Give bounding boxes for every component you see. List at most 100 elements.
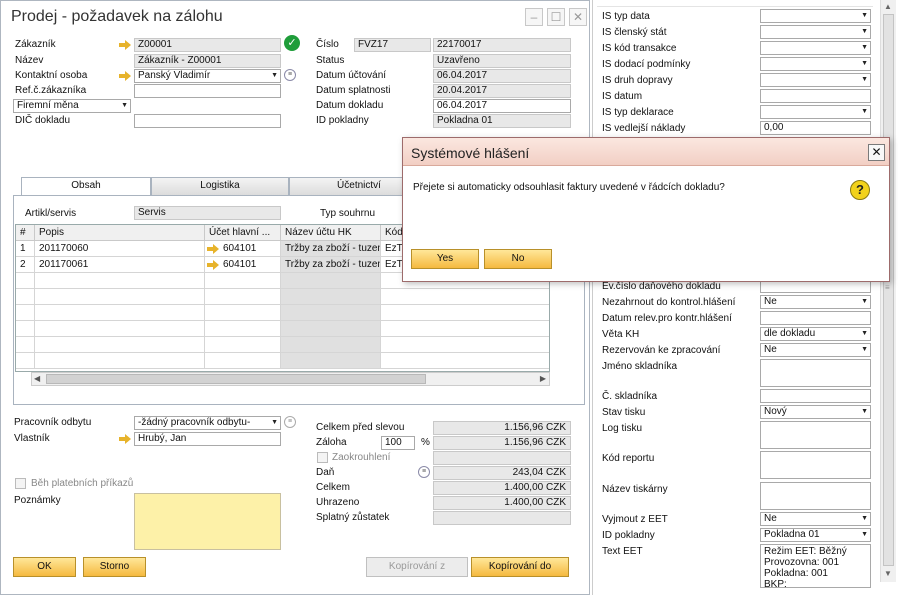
column-header[interactable]: # xyxy=(16,225,35,241)
payrun-checkbox[interactable] xyxy=(15,478,26,489)
link-arrow-icon[interactable] xyxy=(119,40,131,50)
kh-sentence-select[interactable]: dle dokladu xyxy=(760,327,871,341)
scroll-left-icon[interactable]: ◀ xyxy=(34,374,40,383)
balance-field[interactable] xyxy=(433,511,571,525)
list-info-icon[interactable]: ≡ xyxy=(418,466,430,478)
warehouse-keeper-number-field[interactable] xyxy=(760,389,871,403)
status-field[interactable]: Uzavřeno xyxy=(433,54,571,68)
rounding-checkbox[interactable] xyxy=(317,452,328,463)
is-date-type-select[interactable] xyxy=(760,9,871,23)
ok-button[interactable]: OK xyxy=(13,557,76,577)
remarks-textarea[interactable] xyxy=(134,493,281,550)
number-field[interactable]: 22170017 xyxy=(433,38,571,52)
itemtype-field[interactable]: Servis xyxy=(134,206,281,220)
link-arrow-icon[interactable] xyxy=(119,434,131,444)
is-delivery-terms-select[interactable] xyxy=(760,57,871,71)
link-arrow-icon[interactable] xyxy=(119,71,131,81)
report-code-field[interactable] xyxy=(760,451,871,479)
print-status-select[interactable]: Nový xyxy=(760,405,871,419)
owner-field[interactable]: Hrubý, Jan xyxy=(134,432,281,446)
scroll-right-icon[interactable]: ▶ xyxy=(540,374,546,383)
gl-name-cell: Tržby za zboží - tuzem xyxy=(281,257,381,273)
is-transaction-code-select[interactable] xyxy=(760,41,871,55)
eet-line: Provozovna: 001 xyxy=(764,557,840,568)
empty-cell xyxy=(281,305,381,321)
dialog-close-button[interactable]: ✕ xyxy=(868,144,885,161)
deposit-amount-field[interactable]: 1.156,96 CZK xyxy=(433,436,571,450)
is-side-costs-field[interactable]: 0,00 xyxy=(760,121,871,135)
list-info-icon[interactable]: ≡ xyxy=(284,69,296,81)
tab-contents[interactable]: Obsah xyxy=(21,177,151,196)
before-discount-field[interactable]: 1.156,96 CZK xyxy=(433,421,571,435)
is-declaration-type-select[interactable] xyxy=(760,105,871,119)
total-field[interactable]: 1.400,00 CZK xyxy=(433,481,571,495)
name-field[interactable]: Zákazník - Z00001 xyxy=(134,54,281,68)
duedate-field[interactable]: 20.04.2017 xyxy=(433,84,571,98)
number-series-field[interactable]: FVZ17 xyxy=(354,38,431,52)
description-cell[interactable]: 201170061 xyxy=(35,257,205,273)
percent-sign: % xyxy=(421,437,430,448)
paid-field[interactable]: 1.400,00 CZK xyxy=(433,496,571,510)
list-info-icon[interactable]: ≡ xyxy=(284,416,296,428)
vertical-scrollbar[interactable]: ▲ ≡ ▼ xyxy=(880,0,896,582)
exclude-eet-select[interactable]: Ne xyxy=(760,512,871,526)
number-label: Číslo xyxy=(316,39,339,50)
yes-button[interactable]: Yes xyxy=(411,249,479,269)
is-transport-select[interactable] xyxy=(760,73,871,87)
docdate-field[interactable]: 06.04.2017 xyxy=(433,99,571,113)
contact-select[interactable]: Panský Vladimír xyxy=(134,69,281,83)
paid-label: Uhrazeno xyxy=(316,497,360,508)
eet-register-select[interactable]: Pokladna 01 xyxy=(760,528,871,542)
column-header[interactable]: Název účtu HK xyxy=(281,225,381,241)
empty-cell xyxy=(381,305,549,321)
column-header[interactable]: Popis xyxy=(35,225,205,241)
close-button[interactable]: ✕ xyxy=(569,8,587,26)
printer-name-field[interactable] xyxy=(760,482,871,510)
register-field[interactable]: Pokladna 01 xyxy=(433,114,571,128)
gl-account-cell[interactable]: 604101 xyxy=(205,257,281,273)
copy-from-button[interactable]: Kopírování z xyxy=(366,557,468,577)
no-button[interactable]: No xyxy=(484,249,552,269)
tax-field[interactable]: 243,04 CZK xyxy=(433,466,571,480)
description-cell[interactable]: 201170060 xyxy=(35,241,205,257)
vatdoc-field[interactable] xyxy=(134,114,281,128)
custref-field[interactable] xyxy=(134,84,281,98)
is-member-state-select[interactable] xyxy=(760,25,871,39)
cancel-button[interactable]: Storno xyxy=(83,557,146,577)
empty-cell xyxy=(16,353,35,369)
salesperson-select[interactable]: -žádný pracovník odbytu- xyxy=(134,416,281,430)
scroll-up-icon[interactable]: ▲ xyxy=(884,2,892,11)
reserved-processing-select[interactable]: Ne xyxy=(760,343,871,357)
tab-logistics[interactable]: Logistika xyxy=(151,177,289,195)
field-label: IS datum xyxy=(602,91,643,102)
scroll-thumb[interactable] xyxy=(46,374,426,384)
empty-cell xyxy=(35,321,205,337)
check-ok-icon: ✓ xyxy=(284,35,300,51)
column-header[interactable]: Účet hlavní ... xyxy=(205,225,281,241)
rounding-field[interactable] xyxy=(433,451,571,465)
empty-cell xyxy=(205,305,281,321)
scroll-down-icon[interactable]: ▼ xyxy=(884,569,892,578)
print-log-field[interactable] xyxy=(760,421,871,449)
minimize-button[interactable]: – xyxy=(525,8,543,26)
maximize-button[interactable]: ☐ xyxy=(547,8,565,26)
field-label: IS kód transakce xyxy=(602,43,677,54)
control-report-date-field[interactable] xyxy=(760,311,871,325)
deposit-percent-field[interactable]: 100 xyxy=(381,436,415,450)
customer-field[interactable]: Z00001 xyxy=(134,38,281,52)
warehouse-keeper-name-field[interactable] xyxy=(760,359,871,387)
vatdoc-label: DIČ dokladu xyxy=(15,115,71,126)
is-date-field[interactable] xyxy=(760,89,871,103)
currency-select[interactable]: Firemní měna xyxy=(13,99,131,113)
copy-to-button[interactable]: Kopírování do xyxy=(471,557,569,577)
balance-label: Splatný zůstatek xyxy=(316,512,390,523)
link-arrow-icon[interactable] xyxy=(207,260,219,270)
link-arrow-icon[interactable] xyxy=(207,244,219,254)
exclude-control-report-select[interactable]: Ne xyxy=(760,295,871,309)
scroll-thumb[interactable]: ≡ xyxy=(883,14,894,566)
eet-text-field[interactable]: Režim EET: Běžný Provozovna: 001 Pokladn… xyxy=(760,544,871,588)
postdate-field[interactable]: 06.04.2017 xyxy=(433,69,571,83)
empty-cell xyxy=(35,353,205,369)
horizontal-scrollbar[interactable]: ◀ ▶ xyxy=(31,372,550,386)
gl-account-cell[interactable]: 604101 xyxy=(205,241,281,257)
